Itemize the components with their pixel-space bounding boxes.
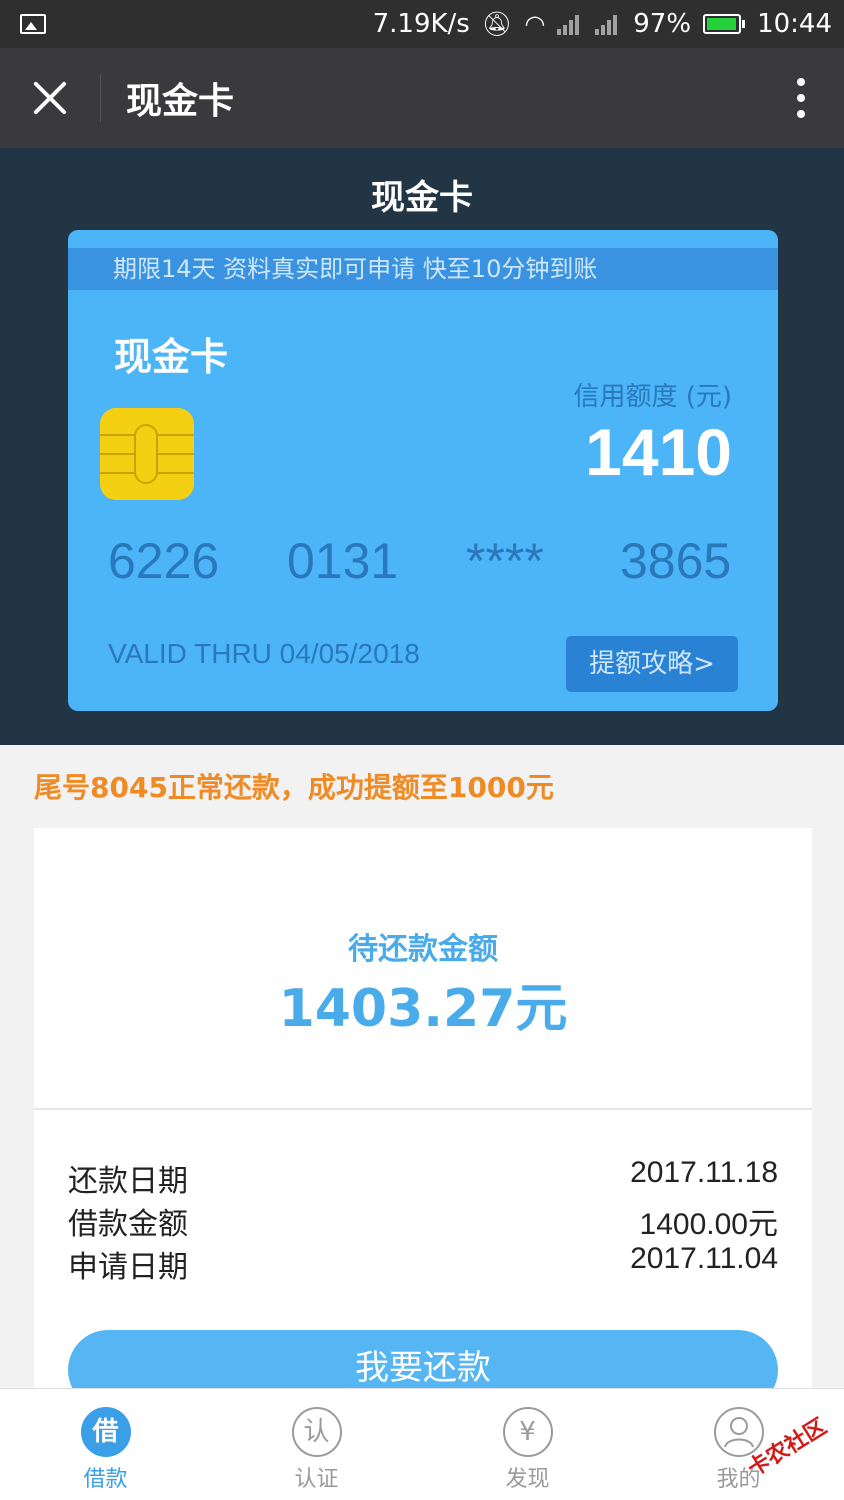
wifi-icon: ◠ [524, 10, 546, 38]
more-menu-icon[interactable] [796, 78, 806, 118]
status-right: 7.19K/s 🔕︎ ◠ 97% 10:44 [373, 0, 832, 48]
detail-value: 1400.00元 [639, 1208, 778, 1241]
amount-due-label: 待还款金额 [348, 932, 498, 967]
card-number-group: 0131 [287, 533, 399, 589]
page-title: 现金卡 [371, 178, 473, 218]
card-name: 现金卡 [114, 335, 229, 379]
detail-row-loan-amount: 借款金额 1400.00元 [68, 1199, 778, 1243]
tab-label: 我的 [716, 1467, 761, 1492]
detail-value: 2017.11.18 [630, 1156, 778, 1189]
card-valid-thru: VALID THRU 04/05/2018 [108, 638, 420, 669]
tab-verify[interactable]: 认 认证 [211, 1389, 422, 1500]
card-header-section: 现金卡 期限14天 资料真实即可申请 快至10分钟到账 现金卡 信用额度 (元)… [0, 148, 844, 745]
signal-1-icon [557, 13, 583, 35]
detail-label: 申请日期 [68, 1250, 188, 1285]
card-number-group: 6226 [108, 533, 220, 589]
title-divider [100, 74, 101, 122]
tab-label: 借款 [83, 1467, 128, 1492]
network-speed: 7.19K/s [372, 9, 470, 39]
panel-divider [34, 1108, 812, 1110]
window-title: 现金卡 [126, 81, 235, 122]
battery-percent: 97% [633, 9, 692, 39]
tab-label: 认证 [294, 1467, 339, 1492]
status-bar: 7.19K/s 🔕︎ ◠ 97% 10:44 [0, 0, 844, 48]
cash-card: 期限14天 资料真实即可申请 快至10分钟到账 现金卡 信用额度 (元) 141… [68, 230, 778, 711]
close-icon[interactable] [30, 78, 70, 118]
clock: 10:44 [757, 9, 832, 39]
bottom-tab-bar: 借 借款 认 认证 ¥ 发现 我的 [0, 1388, 844, 1500]
verify-icon: 认 [291, 1407, 342, 1457]
amount-due-value: 1403.27元 [278, 979, 568, 1039]
tab-borrow[interactable]: 借 借款 [0, 1389, 211, 1500]
card-number-group: 3865 [620, 533, 732, 589]
title-bar: 现金卡 [0, 48, 844, 148]
card-chip-icon [100, 408, 194, 500]
borrow-icon: 借 [80, 1407, 131, 1457]
promo-message: 尾号8045正常还款，成功提额至1000元 [34, 771, 554, 804]
tab-label: 发现 [505, 1467, 550, 1492]
yuan-icon: ¥ [502, 1407, 553, 1457]
mute-icon: 🔕︎ [481, 10, 513, 38]
detail-label: 还款日期 [68, 1164, 188, 1199]
detail-label: 借款金额 [68, 1207, 188, 1242]
detail-value: 2017.11.04 [630, 1242, 778, 1275]
tab-discover[interactable]: ¥ 发现 [422, 1389, 633, 1500]
credit-limit-value: 1410 [585, 415, 732, 489]
detail-row-repay-date: 还款日期 2017.11.18 [68, 1156, 778, 1200]
detail-row-apply-date: 申请日期 2017.11.04 [68, 1242, 778, 1286]
card-number-group: **** [466, 533, 544, 589]
card-notice: 期限14天 资料真实即可申请 快至10分钟到账 [68, 248, 778, 290]
credit-limit-label: 信用额度 (元) [573, 382, 732, 412]
image-notification-icon [20, 14, 46, 34]
raise-limit-button[interactable]: 提额攻略> [566, 636, 738, 692]
repayment-panel: 待还款金额 1403.27元 还款日期 2017.11.18 借款金额 1400… [34, 828, 812, 1410]
battery-icon [703, 14, 746, 34]
signal-2-icon [595, 13, 621, 35]
